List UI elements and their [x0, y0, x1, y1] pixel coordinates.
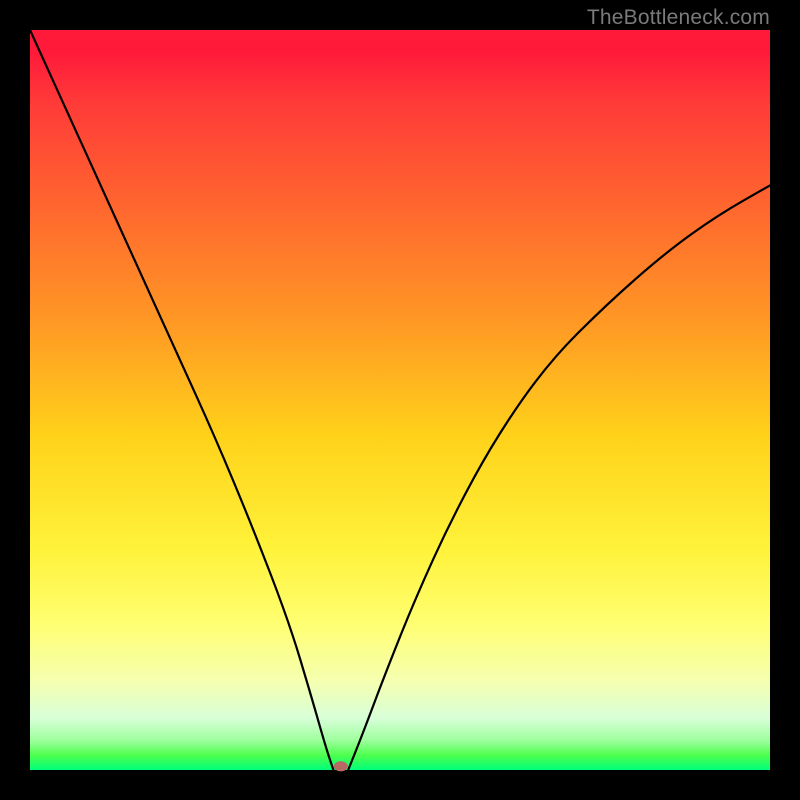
chart-frame: TheBottleneck.com — [0, 0, 800, 800]
curve-layer — [30, 30, 770, 770]
curve-right-branch — [348, 185, 770, 770]
watermark-text: TheBottleneck.com — [587, 6, 770, 30]
plot-area — [30, 30, 770, 770]
minimum-marker — [334, 761, 348, 771]
curve-left-branch — [30, 30, 333, 770]
